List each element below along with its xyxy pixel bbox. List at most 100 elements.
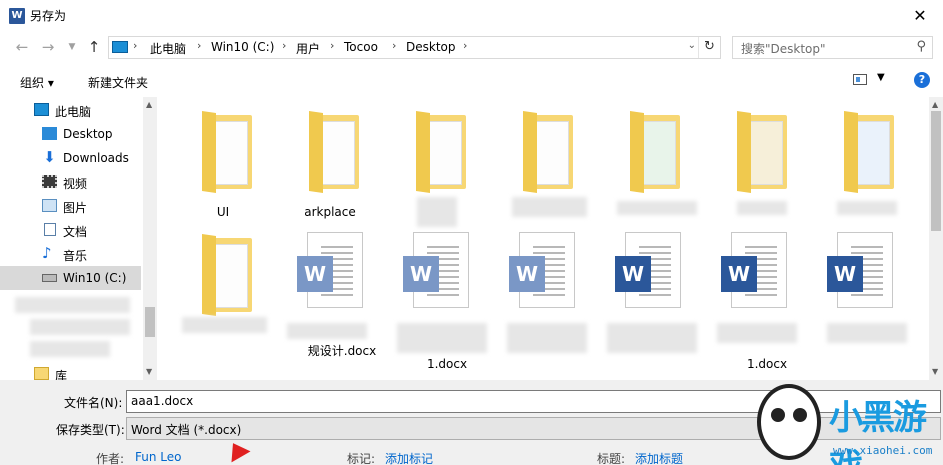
library-icon [34,367,49,380]
blurred-item [15,297,130,313]
back-button[interactable]: ← [12,37,32,57]
sidebar-item-music[interactable]: ♪ 音乐 [0,242,141,266]
folder-item[interactable] [606,97,696,217]
sidebar-item-label: 视频 [63,177,88,191]
add-title-link[interactable]: 添加标题 [635,450,683,465]
blurred-item [30,341,110,357]
content-scroll-thumb[interactable] [931,111,941,231]
folder-icon [309,111,361,193]
scroll-up-icon[interactable]: ▲ [932,100,938,109]
organize-button[interactable]: 组织 ▾ [20,74,54,91]
sidebar-item-label: 库 [55,369,68,380]
blurred-label [397,323,487,353]
add-tags-link[interactable]: 添加标记 [385,450,433,465]
up-button[interactable]: ↑ [84,37,104,57]
save-as-dialog: W 另存为 ✕ ← → ▼ ↑ › 此电脑 › Win10 (C:) › 用户 … [0,0,943,465]
recent-locations-button[interactable]: ▼ [62,37,82,57]
chevron-right-icon: › [197,39,202,52]
search-box[interactable]: 搜索"Desktop" ⚲ [732,36,933,59]
sidebar-item-documents[interactable]: 文档 [0,218,141,242]
word-document-icon[interactable]: W [297,232,363,308]
folder-icon [844,111,896,193]
picture-icon [42,199,57,212]
sidebar-item-label: 此电脑 [55,105,92,119]
computer-icon [112,41,128,53]
scroll-down-icon[interactable]: ▼ [146,367,152,376]
file-list: UI arkplace W 规设计.docx W 1.docx W W W 1.… [157,97,943,380]
video-icon [42,175,57,188]
sidebar-item-drive-c[interactable]: Win10 (C:) [0,266,141,290]
word-document-icon[interactable]: W [721,232,787,308]
folder-icon [630,111,682,193]
refresh-button[interactable]: ↻ [698,37,720,58]
breadcrumb-users[interactable]: 用户 [296,40,320,57]
blurred-item [30,319,130,335]
navigation-pane: 此电脑 Desktop ⬇ Downloads 视频 图片 文档 ♪ 音乐 Wi… [0,97,157,380]
word-document-icon[interactable]: W [615,232,681,308]
word-document-icon[interactable]: W [403,232,469,308]
view-options-icon[interactable] [853,74,867,85]
new-folder-button[interactable]: 新建文件夹 [88,74,148,91]
folder-item[interactable] [820,97,910,217]
sidebar-item-pictures[interactable]: 图片 [0,194,141,218]
navigation-row: ← → ▼ ↑ › 此电脑 › Win10 (C:) › 用户 › Tocoo … [0,31,943,63]
sidebar-item-libraries[interactable]: 库 [0,362,141,380]
watermark-logo: 小黑游戏 www.xiaohei.com [753,378,943,465]
folder-item[interactable]: UI [178,97,268,219]
scroll-down-icon[interactable]: ▼ [932,367,938,376]
word-document-icon[interactable]: W [827,232,893,308]
sidebar-item-label: Win10 (C:) [63,271,127,285]
forward-button[interactable]: → [38,37,58,57]
filetype-label: 保存类型(T): [56,423,125,437]
folder-item[interactable]: arkplace [285,97,375,219]
refresh-icon: ↻ [704,39,715,54]
search-input[interactable]: 搜索"Desktop" [741,40,826,57]
title-bar: W 另存为 ✕ [0,0,943,31]
sidebar-item-desktop[interactable]: Desktop [0,122,141,146]
breadcrumb-this-pc[interactable]: 此电脑 [150,40,186,57]
tags-label: 标记: [347,452,376,465]
sidebar-item-this-pc[interactable]: 此电脑 [0,98,141,122]
word-document-icon[interactable]: W [509,232,575,308]
filename-label: 文件名(N): [64,396,123,410]
arrow-right-icon: → [41,38,55,56]
folder-icon [523,111,575,193]
annotation-arrow-icon [223,437,251,463]
scroll-up-icon[interactable]: ▲ [146,100,152,109]
chevron-right-icon: › [133,39,138,52]
computer-icon [34,103,49,116]
sidebar-scroll-thumb[interactable] [145,307,155,337]
chevron-right-icon: › [330,39,335,52]
close-icon: ✕ [913,6,927,25]
close-button[interactable]: ✕ [897,0,943,31]
chevron-down-icon: ▼ [68,42,76,52]
chevron-right-icon: › [282,39,287,52]
watermark-url: www.xiaohei.com [833,444,933,457]
author-value[interactable]: Fun Leo [135,450,181,464]
address-dropdown-icon[interactable]: ⌄ [688,40,696,51]
breadcrumb-desktop[interactable]: Desktop [406,40,456,54]
blurred-label [182,317,267,333]
sidebar-item-videos[interactable]: 视频 [0,170,141,194]
view-dropdown-icon[interactable]: ▼ [877,72,885,83]
music-icon: ♪ [42,244,52,262]
sidebar-item-label: Downloads [63,151,129,165]
drive-icon [42,274,57,282]
sidebar-scrollbar[interactable]: ▲ ▼ [143,97,157,380]
address-bar[interactable]: › 此电脑 › Win10 (C:) › 用户 › Tocoo › Deskto… [108,36,721,59]
folder-icon [202,234,254,316]
help-icon[interactable]: ? [914,72,930,88]
breadcrumb-drive[interactable]: Win10 (C:) [211,40,274,54]
download-icon: ⬇ [43,148,56,166]
content-scrollbar[interactable]: ▲ ▼ [929,97,943,380]
blurred-label [737,201,787,215]
sidebar-item-downloads[interactable]: ⬇ Downloads [0,146,141,170]
breadcrumb-user[interactable]: Tocoo [344,40,378,54]
command-toolbar: 组织 ▾ 新建文件夹 ▼ ? [0,63,943,97]
folder-icon [737,111,789,193]
blurred-label [512,197,587,217]
author-label: 作者: [96,452,125,465]
folder-item[interactable] [713,97,803,217]
blurred-label [617,201,697,215]
panda-mascot-icon [757,384,821,460]
